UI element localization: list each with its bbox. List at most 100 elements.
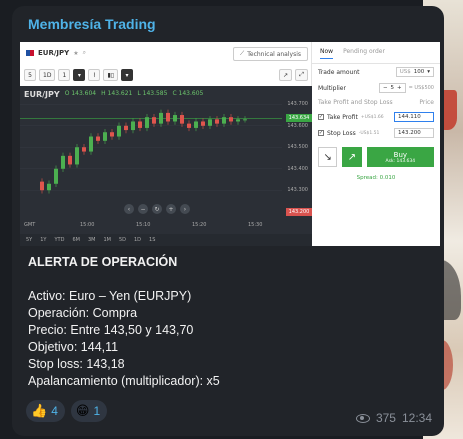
candle [201,121,205,126]
y-tick-label: 143.400 [287,165,308,172]
candle [54,168,58,184]
minus-icon: − [382,85,388,91]
zoom-out-icon: − [138,204,148,214]
candle [173,115,177,122]
reaction-count: 4 [51,404,58,418]
sell-arrow-icon: ↘ [318,147,338,167]
candle [110,132,114,137]
thumbs-up-icon: 👍 [31,403,48,419]
currency-label: US$ [399,69,411,75]
zoom-in-icon: + [166,204,176,214]
timeframe-option: 5Y [26,237,33,243]
trend-icon: ⟋ [240,50,245,57]
candle [243,119,247,121]
candle [166,112,170,122]
price-label: Price [419,99,434,106]
reactions: 👍 4 😁 1 [26,400,108,422]
current-price-tag: 143.634 [286,114,312,123]
technical-analysis-label: Technical analysis [247,50,301,58]
chart-nav: ‹ − ↻ + › [124,204,190,214]
symbol-label: EUR/JPY [38,49,70,57]
message-line: Apalancamiento (multiplicador): x5 [28,374,220,388]
chart-panel: EUR/JPY ★ ⌕ ⟋ Technical analysis 5 1D 1 … [20,42,312,246]
x-tick-label: 15:30 [248,222,263,228]
timeframe-option: 1S [149,237,156,243]
x-axis: GMT 15:00 15:10 15:20 15:30 [20,222,282,232]
y-tick-label: 143.700 [287,101,308,108]
reaction-thumbs-up[interactable]: 👍 4 [26,400,65,422]
timeframe-option: 1Y [40,237,47,243]
stop-loss-hint: -US$1.51 [358,130,380,136]
y-axis: 143.700 143.600 143.500 143.400 143.300 [282,86,312,226]
period-button: 1D [39,69,56,81]
chart-toolbar: 5 1D 1 ▾ ⌇ ▮▯ ▾ ↗ ⤢ [20,66,312,84]
channel-name[interactable]: Membresía Trading [28,16,156,32]
candle [180,115,184,124]
trade-amount-value: 100 [413,69,425,75]
take-profit-hint: +US$1.66 [360,114,384,120]
message-meta: 375 12:34 [355,411,432,425]
candle [103,132,107,141]
plus-icon: + [397,85,402,91]
candle [75,147,79,165]
multiplier-label: Multiplier [318,84,346,92]
candle [159,112,163,124]
trading-screenshot[interactable]: EUR/JPY ★ ⌕ ⟋ Technical analysis 5 1D 1 … [20,42,440,246]
candle [124,125,128,131]
candle [96,136,100,141]
stop-price-tag: 143.200 [286,207,312,216]
timeframe-option: 1D [134,237,142,243]
candlestick-series [20,104,282,194]
symbol-bar: EUR/JPY ★ ⌕ ⟋ Technical analysis [20,42,312,64]
view-count: 375 [375,411,396,425]
timeframe-option: 6M [72,237,80,243]
candle [82,147,86,152]
candle-size-button: 1 [58,69,71,81]
message-line: Precio: Entre 143,50 y 143,70 [28,323,194,337]
spread-label: Spread: 0.010 [356,175,396,181]
x-tick-label: GMT [24,222,36,228]
buy-ask: Ask: 143.634 [385,158,416,164]
reset-icon: ↻ [152,204,162,214]
message-line: Activo: Euro – Yen (EURJPY) [28,289,192,303]
y-tick-label: 143.500 [287,144,308,151]
message-title: ALERTA DE OPERACIÓN [28,255,178,269]
trade-amount-label: Trade amount [318,68,360,76]
chevron-right-icon: › [180,204,190,214]
message-line: Stop loss: 143,18 [28,357,125,371]
eye-icon [355,413,370,423]
timeframe-option: 3M [87,237,96,243]
y-tick-label: 143.600 [287,122,308,129]
message-time: 12:34 [401,411,432,425]
multiplier-value: 5 [390,85,395,91]
reaction-grin[interactable]: 😁 1 [70,400,108,422]
message-bubble: Membresía Trading EUR/JPY ★ ⌕ ⟋ Technica… [12,6,444,436]
tab-pending-order: Pending order [343,48,385,55]
candle [229,117,233,122]
timeframe-row: 5Y 1Y YTD 6M 3M 1M 5D 1D 1S [20,234,312,246]
candle [68,155,72,165]
trade-amount-field: US$ 100 ▾ [395,67,434,77]
candles-icon: ▮▯ [103,69,119,81]
take-profit-field: 144.110 [394,112,434,122]
x-tick-label: 15:00 [80,222,95,228]
x-tick-label: 15:20 [192,222,207,228]
candle [145,117,149,128]
candle [117,125,121,137]
candle [89,136,93,152]
stop-loss-field: 143.200 [394,128,434,138]
flag-icon [26,50,34,56]
price-chart: EUR/JPY O 143.604 H 143.621 L 143.585 C … [20,86,312,246]
multiplier-total: = US$500 [408,85,434,91]
candle [215,119,219,124]
chevron-down-icon: ▾ [427,69,430,75]
message-text: ALERTA DE OPERACIÓN Activo: Euro – Yen (… [28,254,438,390]
interval-button: 5 [24,69,36,81]
buy-button: Buy Ask: 143.634 [366,147,435,167]
message-line: Operación: Compra [28,306,138,320]
multiplier-stepper: − 5 + [378,83,406,93]
checkbox-checked-icon: ✓ [318,114,324,120]
buy-arrow-icon: ↗ [342,147,362,167]
timeframe-option: YTD [54,237,65,243]
search-icon: ⌕ [82,49,86,56]
